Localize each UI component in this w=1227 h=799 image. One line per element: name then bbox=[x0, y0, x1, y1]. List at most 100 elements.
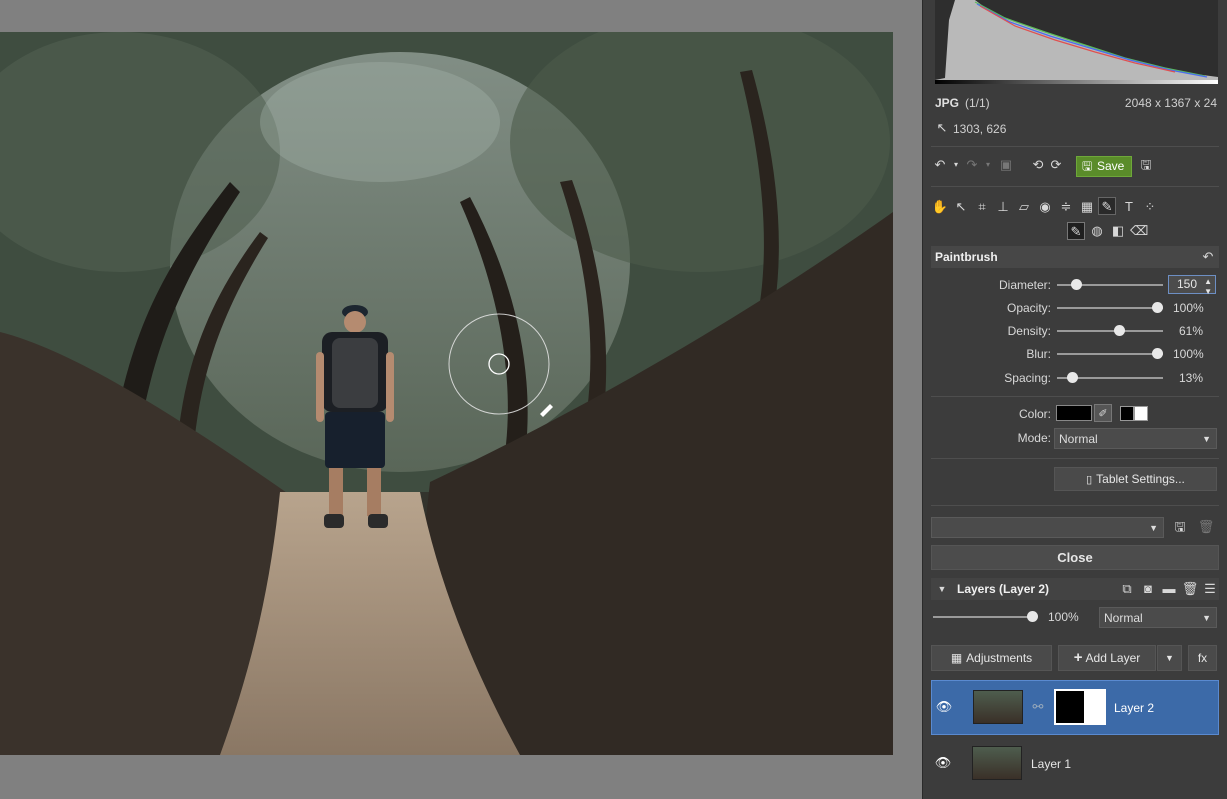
layer-item-layer-1[interactable]: 👁 Layer 1 bbox=[931, 738, 1219, 790]
add-layer-dropdown[interactable]: ▼ bbox=[1157, 645, 1182, 671]
layer-mask-icon[interactable]: ◙ bbox=[1139, 580, 1157, 598]
diameter-knob[interactable] bbox=[1071, 279, 1082, 290]
spacing-value: 13% bbox=[1179, 371, 1204, 385]
paintbrush-header: Paintbrush ↶ bbox=[931, 246, 1219, 268]
save-icon: 🖫 bbox=[1082, 159, 1093, 173]
paintbrush-icon[interactable]: ✎ bbox=[1067, 222, 1085, 240]
opacity-knob[interactable] bbox=[1152, 302, 1163, 313]
divider bbox=[931, 458, 1219, 459]
menu-icon[interactable]: ☰ bbox=[1201, 580, 1219, 598]
reset-icon[interactable]: ↶ bbox=[1199, 248, 1217, 266]
color-swatch[interactable] bbox=[1056, 405, 1092, 421]
diameter-input[interactable]: 150 ▲ ▼ bbox=[1168, 275, 1216, 296]
fx-button[interactable]: fx bbox=[1188, 645, 1217, 671]
redeye-tool-icon[interactable]: ◉ bbox=[1036, 198, 1054, 216]
layer-item-layer-2[interactable]: 👁 ⚯ Layer 2 bbox=[931, 680, 1219, 735]
tablet-settings-button[interactable]: ▯ Tablet Settings... bbox=[1054, 467, 1217, 491]
photo-illustration bbox=[0, 32, 893, 755]
blur-knob[interactable] bbox=[1152, 348, 1163, 359]
mode-label: Mode: bbox=[1017, 431, 1051, 445]
chevron-down-icon: ▼ bbox=[1202, 613, 1211, 623]
adjustments-label: Adjustments bbox=[966, 651, 1033, 665]
image-page: (1/1) bbox=[965, 96, 990, 110]
save-as-icon[interactable]: 🖫 bbox=[1137, 156, 1155, 174]
close-button[interactable]: Close bbox=[931, 545, 1219, 570]
select-tool-icon[interactable]: ↖ bbox=[952, 198, 970, 216]
folder-icon[interactable]: ▬ bbox=[1160, 580, 1178, 598]
eraser-icon[interactable]: ⌫ bbox=[1130, 222, 1148, 240]
photo-canvas[interactable] bbox=[0, 32, 893, 755]
layer-opacity-value: 100% bbox=[1048, 610, 1079, 624]
divider bbox=[931, 396, 1219, 397]
paintbrush-title: Paintbrush bbox=[935, 250, 998, 264]
histogram bbox=[935, 0, 1218, 84]
text-tool-icon[interactable]: T bbox=[1120, 198, 1138, 216]
diameter-value: 150 bbox=[1176, 277, 1197, 291]
canvas-area[interactable] bbox=[0, 0, 922, 799]
right-panel: JPG (1/1) 2048 x 1367 x 24 ↖ 1303, 626 ↶… bbox=[922, 0, 1227, 799]
redo-dropdown-icon[interactable]: ▾ bbox=[979, 156, 997, 174]
preset-select[interactable]: ▼ bbox=[931, 517, 1164, 538]
layer-blend-value: Normal bbox=[1104, 611, 1143, 625]
duplicate-layer-icon[interactable]: ⧉ bbox=[1118, 580, 1136, 598]
rotate-left-icon[interactable]: ⟲ bbox=[1029, 156, 1047, 174]
delete-preset-icon[interactable]: 🗑 bbox=[1197, 518, 1215, 536]
plus-icon: + bbox=[1073, 649, 1083, 666]
diameter-label: Diameter: bbox=[998, 278, 1051, 292]
gradient-icon[interactable]: ◧ bbox=[1109, 222, 1127, 240]
transform-tool-icon[interactable]: ▱ bbox=[1015, 198, 1033, 216]
effects-tool-icon[interactable]: ⁘ bbox=[1141, 198, 1159, 216]
divider bbox=[931, 505, 1219, 506]
opacity-slider[interactable] bbox=[1057, 307, 1163, 309]
link-icon[interactable]: ⚯ bbox=[1029, 698, 1047, 716]
adjustments-icon: ▦ bbox=[950, 651, 963, 665]
save-button[interactable]: 🖫 Save bbox=[1076, 156, 1132, 177]
density-knob[interactable] bbox=[1114, 325, 1125, 336]
visibility-eye-icon[interactable]: 👁 bbox=[934, 754, 952, 772]
layer-blend-select[interactable]: Normal ▼ bbox=[1099, 607, 1217, 628]
swap-colors-icon[interactable] bbox=[1120, 406, 1150, 421]
rotate-right-icon[interactable]: ⟳ bbox=[1047, 156, 1065, 174]
blur-slider[interactable] bbox=[1057, 353, 1163, 355]
divider bbox=[931, 186, 1219, 187]
delete-layer-icon[interactable]: 🗑 bbox=[1181, 580, 1199, 598]
straighten-tool-icon[interactable]: ⊥ bbox=[994, 198, 1012, 216]
add-layer-label: Add Layer bbox=[1085, 651, 1141, 665]
layer-name: Layer 2 bbox=[1114, 701, 1155, 715]
mode-value: Normal bbox=[1059, 432, 1098, 446]
history-image-icon[interactable]: ▣ bbox=[997, 156, 1015, 174]
brush-tools-icon[interactable]: ✎ bbox=[1098, 197, 1116, 215]
collapse-triangle-icon[interactable]: ▼ bbox=[933, 580, 951, 598]
density-slider[interactable] bbox=[1057, 330, 1163, 332]
chevron-down-icon: ▼ bbox=[1202, 434, 1211, 444]
blur-label: Blur: bbox=[1026, 347, 1051, 361]
opacity-label: Opacity: bbox=[1006, 301, 1051, 315]
hand-tool-icon[interactable]: ✋ bbox=[931, 198, 949, 216]
crop-tool-icon[interactable]: ⌗ bbox=[973, 198, 991, 216]
image-format: JPG bbox=[935, 96, 960, 110]
fx-label: fx bbox=[1197, 651, 1208, 665]
eyedropper-icon[interactable]: ✐ bbox=[1094, 404, 1112, 422]
add-layer-button[interactable]: + Add Layer bbox=[1058, 645, 1156, 671]
opacity-value: 100% bbox=[1173, 301, 1204, 315]
save-label: Save bbox=[1097, 159, 1125, 173]
divider bbox=[931, 146, 1219, 147]
image-dimensions: 2048 x 1367 x 24 bbox=[1124, 96, 1217, 110]
level-tool-icon[interactable]: ≑ bbox=[1057, 198, 1075, 216]
spin-down-icon[interactable]: ▼ bbox=[1204, 283, 1212, 300]
layer-opacity-slider[interactable] bbox=[933, 616, 1035, 618]
cursor-position: 1303, 626 bbox=[953, 122, 1007, 136]
chevron-down-icon: ▼ bbox=[1165, 653, 1174, 663]
layer-name: Layer 1 bbox=[1031, 757, 1072, 771]
fill-bucket-icon[interactable]: ◍ bbox=[1088, 222, 1106, 240]
layer-opacity-knob[interactable] bbox=[1027, 611, 1038, 622]
adjustments-button[interactable]: ▦ Adjustments bbox=[931, 645, 1052, 671]
visibility-eye-icon[interactable]: 👁 bbox=[935, 698, 953, 716]
spacing-knob[interactable] bbox=[1067, 372, 1078, 383]
grid-selection-icon[interactable]: ▦ bbox=[1078, 198, 1096, 216]
layer-mask-thumbnail[interactable] bbox=[1054, 689, 1106, 725]
spacing-label: Spacing: bbox=[1004, 371, 1051, 385]
close-label: Close bbox=[1057, 550, 1093, 565]
mode-select[interactable]: Normal ▼ bbox=[1054, 428, 1217, 449]
save-preset-icon[interactable]: 🖫 bbox=[1171, 518, 1189, 536]
